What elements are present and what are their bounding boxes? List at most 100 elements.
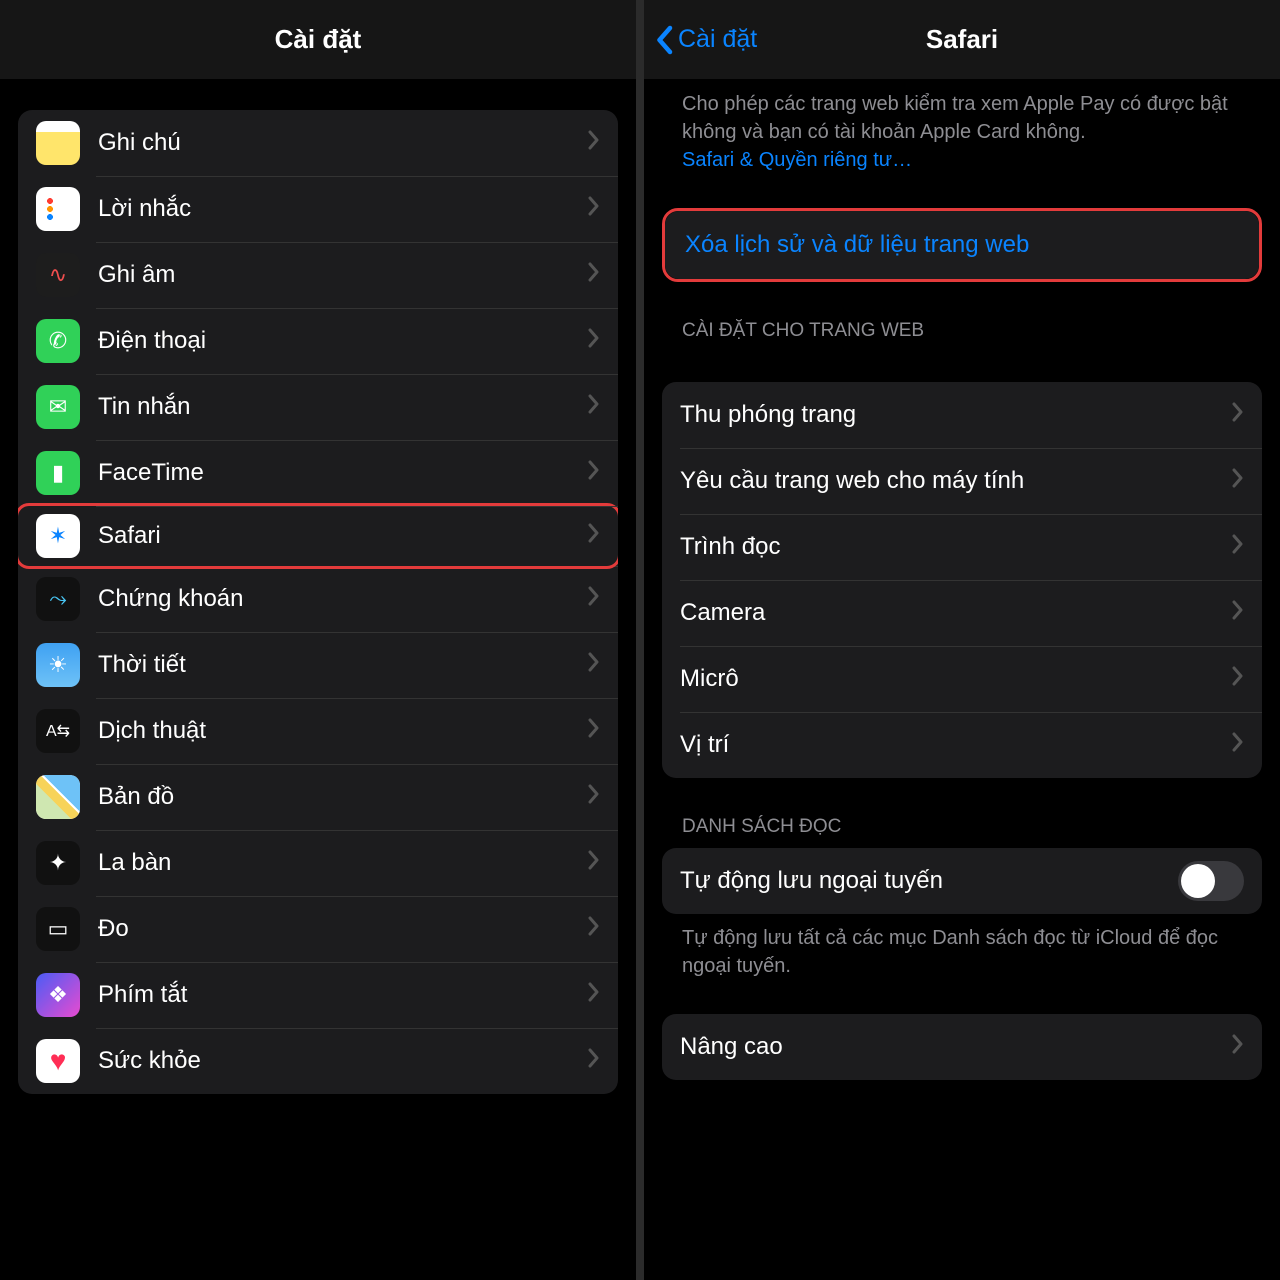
settings-row-shortcuts[interactable]: ❖ Phím tắt [18, 962, 618, 1028]
chevron-right-icon [588, 718, 600, 744]
website-row-label: Thu phóng trang [680, 401, 1232, 429]
website-row-location[interactable]: Vị trí [662, 712, 1262, 778]
safari-app-icon: ✶ [36, 514, 80, 558]
settings-row-label: Ghi âm [98, 261, 588, 289]
settings-row-translate[interactable]: A⇆ Dịch thuật [18, 698, 618, 764]
website-row-desktop[interactable]: Yêu cầu trang web cho máy tính [662, 448, 1262, 514]
stocks-app-icon: ⤳ [36, 577, 80, 621]
settings-row-safari[interactable]: ✶ Safari [18, 503, 618, 569]
settings-row-reminders[interactable]: Lời nhắc [18, 176, 618, 242]
website-row-label: Yêu cầu trang web cho máy tính [680, 467, 1232, 495]
app-settings-list: Ghi chú Lời nhắc ∿ Ghi âm ✆ Điện thoại ✉ Tin nh… [18, 110, 618, 1094]
settings-row-label: Chứng khoán [98, 585, 588, 613]
reading-list-footer: Tự động lưu tất cả các mục Danh sách đọc… [662, 914, 1262, 980]
settings-row-compass[interactable]: ✦ La bàn [18, 830, 618, 896]
compass-app-icon: ✦ [36, 841, 80, 885]
settings-row-messages[interactable]: ✉ Tin nhắn [18, 374, 618, 440]
toggle-knob [1181, 864, 1215, 898]
website-row-microphone[interactable]: Micrô [662, 646, 1262, 712]
clear-history-button[interactable]: Xóa lịch sử và dữ liệu trang web [665, 211, 1259, 279]
chevron-right-icon [588, 130, 600, 156]
navbar-title: Cài đặt [275, 24, 362, 55]
chevron-right-icon [588, 586, 600, 612]
chevron-right-icon [1232, 534, 1244, 560]
settings-row-label: Tin nhắn [98, 393, 588, 421]
chevron-left-icon [654, 25, 674, 55]
settings-row-label: La bàn [98, 849, 588, 877]
settings-row-voice[interactable]: ∿ Ghi âm [18, 242, 618, 308]
chevron-right-icon [588, 652, 600, 678]
settings-row-facetime[interactable]: ▮ FaceTime [18, 440, 618, 506]
settings-row-weather[interactable]: ☀ Thời tiết [18, 632, 618, 698]
safari-settings-panel: Cài đặt Safari Cho phép các trang web ki… [640, 0, 1280, 1280]
reading-list-header: DANH SÁCH ĐỌC [662, 778, 1262, 848]
chevron-right-icon [588, 460, 600, 486]
advanced-row[interactable]: Nâng cao [662, 1014, 1262, 1080]
safari-content: Cho phép các trang web kiểm tra xem Appl… [644, 80, 1280, 1280]
chevron-right-icon [588, 262, 600, 288]
facetime-app-icon: ▮ [36, 451, 80, 495]
messages-app-icon: ✉ [36, 385, 80, 429]
navbar: Cài đặt Safari [644, 0, 1280, 80]
back-button[interactable]: Cài đặt [654, 25, 757, 55]
chevron-right-icon [1232, 732, 1244, 758]
auto-save-offline-toggle[interactable] [1178, 861, 1244, 901]
weather-app-icon: ☀ [36, 643, 80, 687]
chevron-right-icon [588, 982, 600, 1008]
website-row-reader[interactable]: Trình đọc [662, 514, 1262, 580]
website-row-label: Micrô [680, 665, 1232, 693]
voice-memos-app-icon: ∿ [36, 253, 80, 297]
website-row-label: Trình đọc [680, 533, 1232, 561]
settings-row-health[interactable]: ♥ Sức khỏe [18, 1028, 618, 1094]
navbar-title: Safari [926, 24, 998, 55]
settings-row-maps[interactable]: Bản đồ [18, 764, 618, 830]
settings-row-measure[interactable]: ▭ Đo [18, 896, 618, 962]
settings-row-stocks[interactable]: ⤳ Chứng khoán [18, 566, 618, 632]
notes-app-icon [36, 121, 80, 165]
settings-row-label: FaceTime [98, 459, 588, 487]
website-row-label: Camera [680, 599, 1232, 627]
settings-row-label: Điện thoại [98, 327, 588, 355]
chevron-right-icon [588, 1048, 600, 1074]
shortcuts-app-icon: ❖ [36, 973, 80, 1017]
chevron-right-icon [588, 394, 600, 420]
settings-row-label: Đo [98, 915, 588, 943]
maps-app-icon [36, 775, 80, 819]
settings-row-label: Thời tiết [98, 651, 588, 679]
chevron-right-icon [1232, 666, 1244, 692]
chevron-right-icon [1232, 402, 1244, 428]
health-app-icon: ♥ [36, 1039, 80, 1083]
advanced-group: Nâng cao [662, 1014, 1262, 1080]
settings-row-label: Lời nhắc [98, 195, 588, 223]
website-settings-header: CÀI ĐẶT CHO TRANG WEB [662, 282, 1262, 352]
chevron-right-icon [1232, 600, 1244, 626]
translate-app-icon: A⇆ [36, 709, 80, 753]
advanced-label: Nâng cao [680, 1033, 1232, 1061]
chevron-right-icon [1232, 1034, 1244, 1060]
settings-panel: Cài đặt Ghi chú Lời nhắc ∿ Ghi âm ✆ Điện thoạ… [0, 0, 640, 1280]
settings-list-content: Ghi chú Lời nhắc ∿ Ghi âm ✆ Điện thoại ✉ Tin nh… [0, 80, 636, 1280]
chevron-right-icon [588, 916, 600, 942]
chevron-right-icon [1232, 468, 1244, 494]
measure-app-icon: ▭ [36, 907, 80, 951]
settings-row-label: Sức khỏe [98, 1047, 588, 1075]
apple-pay-footnote: Cho phép các trang web kiểm tra xem Appl… [662, 80, 1262, 174]
navbar: Cài đặt [0, 0, 636, 80]
settings-row-label: Bản đồ [98, 783, 588, 811]
auto-save-offline-label: Tự động lưu ngoại tuyến [680, 867, 1178, 895]
chevron-right-icon [588, 328, 600, 354]
settings-row-label: Phím tắt [98, 981, 588, 1009]
back-label: Cài đặt [678, 25, 757, 54]
chevron-right-icon [588, 850, 600, 876]
phone-app-icon: ✆ [36, 319, 80, 363]
settings-row-label: Safari [98, 522, 588, 550]
safari-privacy-link[interactable]: Safari & Quyền riêng tư… [682, 149, 912, 171]
settings-row-label: Ghi chú [98, 129, 588, 157]
settings-row-phone[interactable]: ✆ Điện thoại [18, 308, 618, 374]
settings-row-notes[interactable]: Ghi chú [18, 110, 618, 176]
chevron-right-icon [588, 523, 600, 549]
website-settings-list: Thu phóng trang Yêu cầu trang web cho máy… [662, 382, 1262, 778]
settings-row-label: Dịch thuật [98, 717, 588, 745]
website-row-camera[interactable]: Camera [662, 580, 1262, 646]
website-row-zoom[interactable]: Thu phóng trang [662, 382, 1262, 448]
